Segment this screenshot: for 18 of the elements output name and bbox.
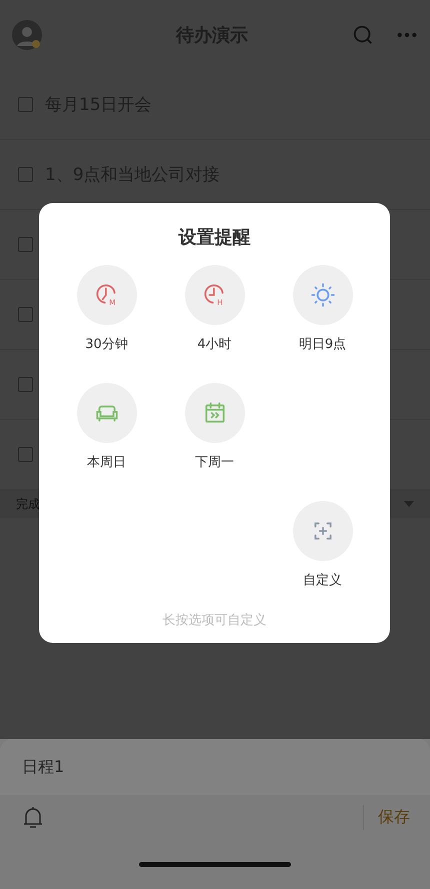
bell-icon[interactable] bbox=[22, 805, 44, 829]
checkbox[interactable] bbox=[18, 97, 33, 112]
checkbox[interactable] bbox=[18, 237, 33, 252]
sun-icon bbox=[310, 282, 336, 308]
reminder-option[interactable]: 下周一 bbox=[160, 383, 268, 471]
search-icon[interactable] bbox=[352, 24, 374, 46]
avatar[interactable] bbox=[12, 20, 42, 50]
reminder-option[interactable]: 明日9点 bbox=[268, 265, 376, 353]
hint-text: 长按选项可自定义 bbox=[162, 612, 266, 629]
checkbox[interactable] bbox=[18, 307, 33, 322]
reminder-option[interactable]: 本周日 bbox=[52, 383, 160, 471]
reminder-option[interactable]: 自定义 bbox=[268, 501, 376, 589]
dialog-title: 设置提醒 bbox=[178, 226, 250, 249]
checkbox[interactable] bbox=[18, 377, 33, 392]
input-field[interactable]: 日程1 bbox=[0, 739, 430, 795]
checkbox[interactable] bbox=[18, 167, 33, 182]
checkbox[interactable] bbox=[18, 447, 33, 462]
caret-icon[interactable] bbox=[404, 501, 414, 507]
